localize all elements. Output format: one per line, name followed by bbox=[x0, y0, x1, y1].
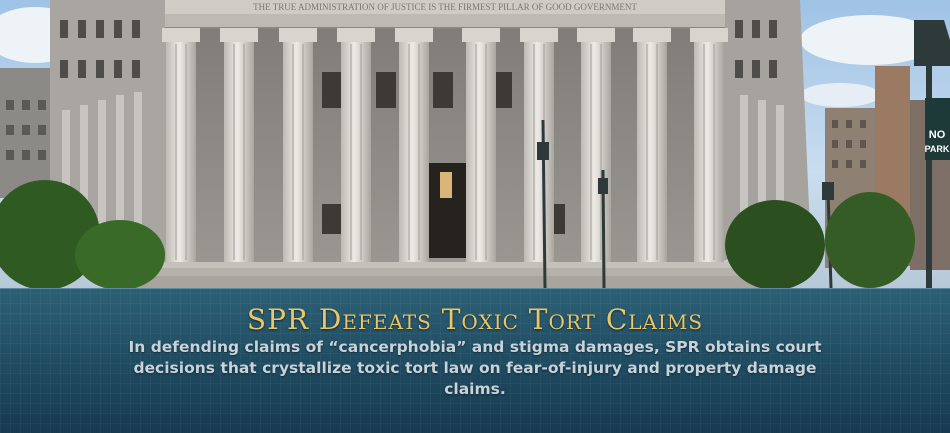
caption-panel: SPR Defeats Toxic Tort Claims In defendi… bbox=[0, 288, 950, 433]
courthouse-illustration: NO PARK THE TRUE ADMINISTRATION OF JUSTI… bbox=[0, 0, 950, 288]
sign-text-park: PARK bbox=[925, 144, 950, 154]
hero-banner: NO PARK THE TRUE ADMINISTRATION OF JUSTI… bbox=[0, 0, 950, 433]
sign-text-no: NO bbox=[929, 129, 946, 141]
pediment-inscription: THE TRUE ADMINISTRATION OF JUSTICE IS TH… bbox=[253, 2, 637, 12]
courthouse-photo: NO PARK THE TRUE ADMINISTRATION OF JUSTI… bbox=[0, 0, 950, 288]
summary-text: In defending claims of “cancerphobia” an… bbox=[128, 338, 822, 398]
headline: SPR Defeats Toxic Tort Claims bbox=[246, 303, 704, 336]
